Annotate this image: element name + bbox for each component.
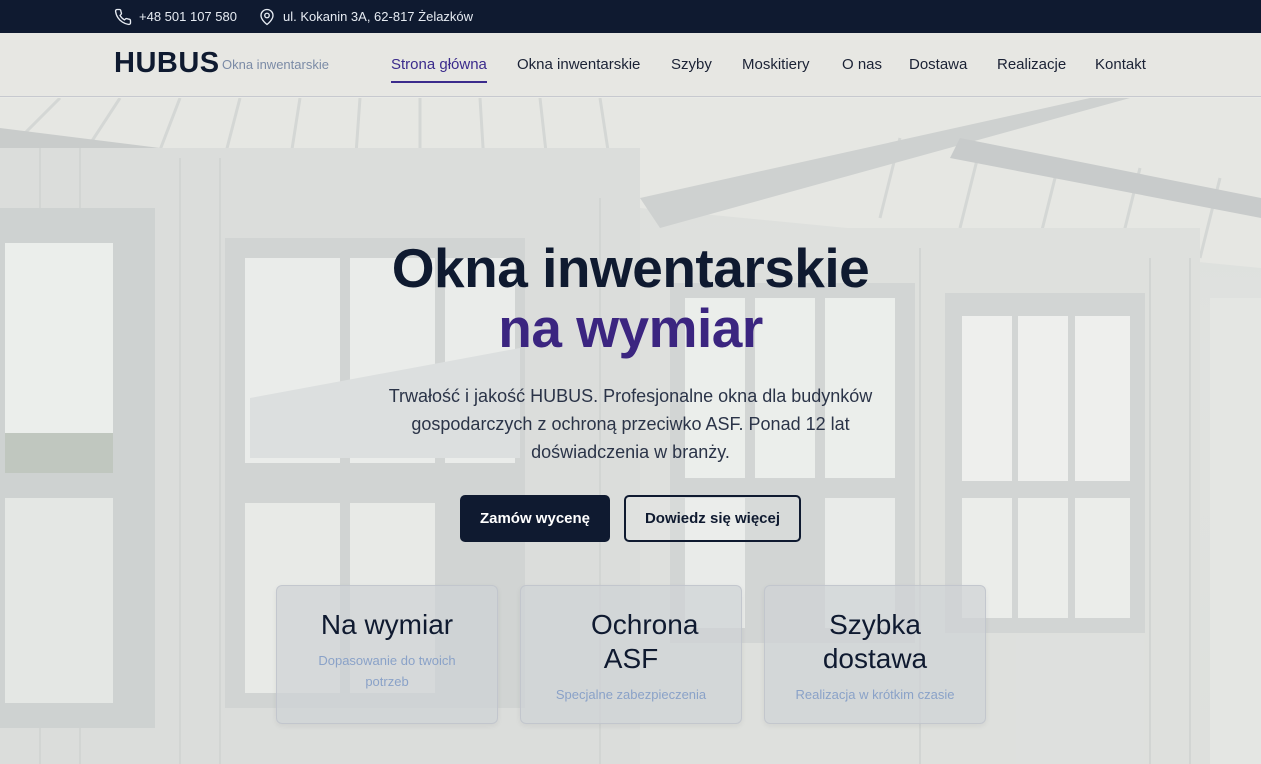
phone-contact[interactable]: +48 501 107 580	[114, 0, 237, 33]
map-pin-icon	[260, 8, 274, 25]
nav-item-glass[interactable]: Szyby	[671, 56, 712, 73]
brand-logo[interactable]: HUBUS	[114, 47, 220, 80]
nav-item-inventory-windows[interactable]: Okna inwentarskie	[517, 56, 640, 73]
feature-subtitle: Realizacja w krótkim czasie	[795, 687, 955, 702]
feature-subtitle: Specjalne zabezpieczenia	[555, 687, 707, 702]
nav-item-mosquito-nets[interactable]: Moskitiery	[742, 56, 810, 73]
feature-card-custom-size: Na wymiar Dopasowanie do twoich potrzeb	[276, 585, 498, 724]
feature-card-fast-delivery: Szybka dostawa Realizacja w krótkim czas…	[764, 585, 986, 724]
learn-more-button[interactable]: Dowiedz się więcej	[624, 495, 801, 542]
feature-title: Na wymiar	[320, 609, 454, 640]
nav-item-about[interactable]: O nas	[842, 56, 882, 73]
feature-title: Ochrona ASF	[591, 609, 699, 674]
phone-icon	[114, 8, 132, 25]
hero-title: Okna inwentarskie	[391, 237, 870, 299]
order-quote-button[interactable]: Zamów wycenę	[460, 495, 610, 542]
hero-title-accent: na wymiar	[498, 297, 763, 359]
feature-subtitle: Dopasowanie do twoich potrzeb	[318, 653, 456, 689]
feature-card-asf-protection: Ochrona ASF Specjalne zabezpieczenia	[520, 585, 742, 724]
feature-title: Szybka dostawa	[822, 609, 928, 674]
address-contact: ul. Kokanin 3A, 62-817 Żelazków	[258, 0, 473, 33]
nav-item-home[interactable]: Strona główna	[391, 56, 487, 83]
nav-item-contact[interactable]: Kontakt	[1095, 56, 1146, 73]
hero-section: Okna inwentarskie na wymiar Trwałość i j…	[0, 98, 1261, 764]
phone-number: +48 501 107 580	[139, 9, 237, 24]
hero-description: Trwałość i jakość HUBUS. Profesjonalne o…	[388, 386, 873, 462]
main-navigation: HUBUS Okna inwentarskie Strona główna Ok…	[0, 33, 1261, 97]
nav-item-delivery[interactable]: Dostawa	[909, 56, 967, 73]
address-text: ul. Kokanin 3A, 62-817 Żelazków	[283, 9, 474, 24]
brand-tagline: Okna inwentarskie	[222, 57, 329, 72]
nav-item-projects[interactable]: Realizacje	[997, 56, 1066, 73]
top-contact-bar: +48 501 107 580 ul. Kokanin 3A, 62-817 Ż…	[0, 0, 1261, 33]
